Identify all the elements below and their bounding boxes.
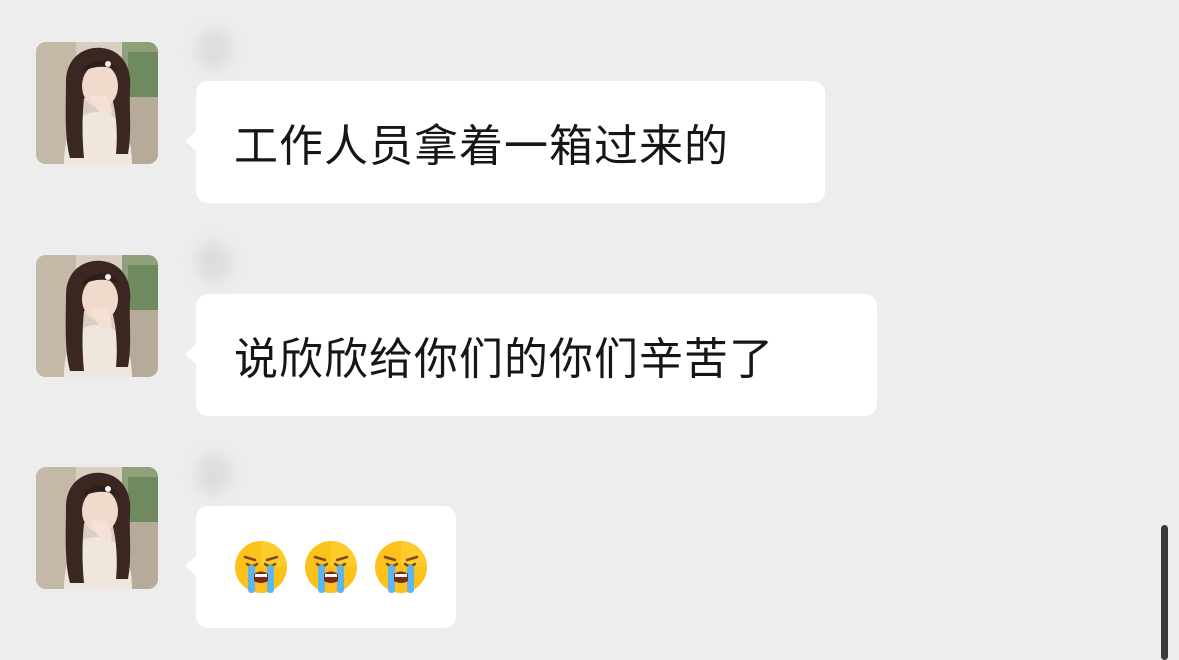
loudly-crying-face-icon xyxy=(372,538,430,596)
message-text: 工作人员拿着一箱过来的 xyxy=(234,121,729,172)
message-bubble[interactable]: 说欣欣给你们的你们辛苦了 xyxy=(185,294,877,416)
avatar[interactable] xyxy=(36,255,158,377)
message-text: 说欣欣给你们的你们辛苦了 xyxy=(234,334,774,385)
sender-name xyxy=(196,28,232,70)
scrollbar[interactable] xyxy=(1161,525,1168,660)
avatar[interactable] xyxy=(36,42,158,164)
message-row: 说欣欣给你们的你们辛苦了 xyxy=(0,237,1150,437)
message-bubble[interactable] xyxy=(185,506,456,628)
profile-photo-icon xyxy=(36,42,158,164)
loudly-crying-face-icon xyxy=(302,538,360,596)
sender-name xyxy=(196,241,232,283)
loudly-crying-face-icon xyxy=(232,538,290,596)
message-row xyxy=(0,449,1150,649)
avatar[interactable] xyxy=(36,467,158,589)
message-row: 工作人员拿着一箱过来的 xyxy=(0,24,1150,224)
message-bubble[interactable]: 工作人员拿着一箱过来的 xyxy=(185,81,825,203)
profile-photo-icon xyxy=(36,467,158,589)
sender-name xyxy=(196,453,232,495)
profile-photo-icon xyxy=(36,255,158,377)
emoji-row xyxy=(232,538,430,596)
